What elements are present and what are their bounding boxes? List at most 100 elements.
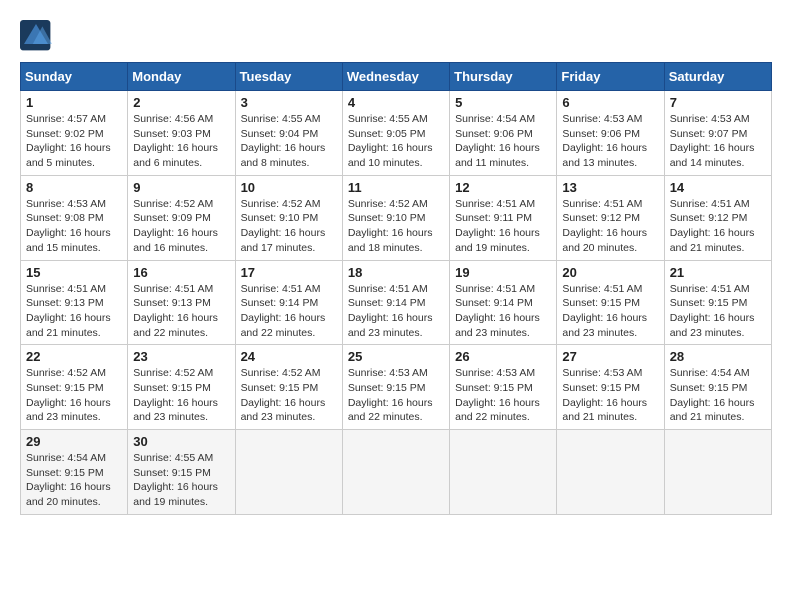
day-info: Sunrise: 4:55 AMSunset: 9:05 PMDaylight:… xyxy=(348,112,444,171)
calendar-cell: 19 Sunrise: 4:51 AMSunset: 9:14 PMDayligh… xyxy=(450,260,557,345)
day-info: Sunrise: 4:54 AMSunset: 9:15 PMDaylight:… xyxy=(670,366,766,425)
day-info: Sunrise: 4:51 AMSunset: 9:14 PMDaylight:… xyxy=(241,282,337,341)
day-number: 30 xyxy=(133,434,229,449)
calendar-cell: 18 Sunrise: 4:51 AMSunset: 9:14 PMDayligh… xyxy=(342,260,449,345)
day-info: Sunrise: 4:52 AMSunset: 9:15 PMDaylight:… xyxy=(133,366,229,425)
day-number: 18 xyxy=(348,265,444,280)
day-info: Sunrise: 4:53 AMSunset: 9:06 PMDaylight:… xyxy=(562,112,658,171)
day-info: Sunrise: 4:52 AMSunset: 9:10 PMDaylight:… xyxy=(348,197,444,256)
day-info: Sunrise: 4:51 AMSunset: 9:15 PMDaylight:… xyxy=(670,282,766,341)
dow-thursday: Thursday xyxy=(450,63,557,91)
day-number: 20 xyxy=(562,265,658,280)
calendar-cell: 2 Sunrise: 4:56 AMSunset: 9:03 PMDaylight… xyxy=(128,91,235,176)
day-number: 7 xyxy=(670,95,766,110)
day-number: 10 xyxy=(241,180,337,195)
day-number: 22 xyxy=(26,349,122,364)
day-number: 11 xyxy=(348,180,444,195)
calendar-cell: 12 Sunrise: 4:51 AMSunset: 9:11 PMDayligh… xyxy=(450,175,557,260)
calendar-cell xyxy=(235,430,342,515)
calendar-cell: 16 Sunrise: 4:51 AMSunset: 9:13 PMDayligh… xyxy=(128,260,235,345)
day-info: Sunrise: 4:52 AMSunset: 9:15 PMDaylight:… xyxy=(241,366,337,425)
calendar-cell xyxy=(342,430,449,515)
day-number: 26 xyxy=(455,349,551,364)
calendar-cell: 10 Sunrise: 4:52 AMSunset: 9:10 PMDayligh… xyxy=(235,175,342,260)
day-info: Sunrise: 4:51 AMSunset: 9:13 PMDaylight:… xyxy=(26,282,122,341)
calendar-cell: 13 Sunrise: 4:51 AMSunset: 9:12 PMDayligh… xyxy=(557,175,664,260)
day-number: 13 xyxy=(562,180,658,195)
day-number: 27 xyxy=(562,349,658,364)
calendar-cell: 24 Sunrise: 4:52 AMSunset: 9:15 PMDayligh… xyxy=(235,345,342,430)
day-info: Sunrise: 4:53 AMSunset: 9:08 PMDaylight:… xyxy=(26,197,122,256)
logo xyxy=(20,20,56,52)
day-number: 2 xyxy=(133,95,229,110)
day-number: 8 xyxy=(26,180,122,195)
day-info: Sunrise: 4:55 AMSunset: 9:15 PMDaylight:… xyxy=(133,451,229,510)
day-number: 12 xyxy=(455,180,551,195)
day-info: Sunrise: 4:57 AMSunset: 9:02 PMDaylight:… xyxy=(26,112,122,171)
calendar-cell: 17 Sunrise: 4:51 AMSunset: 9:14 PMDayligh… xyxy=(235,260,342,345)
day-info: Sunrise: 4:51 AMSunset: 9:15 PMDaylight:… xyxy=(562,282,658,341)
day-number: 28 xyxy=(670,349,766,364)
calendar-cell: 9 Sunrise: 4:52 AMSunset: 9:09 PMDaylight… xyxy=(128,175,235,260)
day-info: Sunrise: 4:55 AMSunset: 9:04 PMDaylight:… xyxy=(241,112,337,171)
day-info: Sunrise: 4:51 AMSunset: 9:11 PMDaylight:… xyxy=(455,197,551,256)
calendar-cell: 20 Sunrise: 4:51 AMSunset: 9:15 PMDayligh… xyxy=(557,260,664,345)
day-number: 4 xyxy=(348,95,444,110)
day-info: Sunrise: 4:56 AMSunset: 9:03 PMDaylight:… xyxy=(133,112,229,171)
dow-friday: Friday xyxy=(557,63,664,91)
dow-sunday: Sunday xyxy=(21,63,128,91)
calendar-week-1: 1Sunrise: 4:57 AMSunset: 9:02 PMDaylight… xyxy=(21,91,772,176)
page-header xyxy=(20,20,772,52)
day-number: 29 xyxy=(26,434,122,449)
day-info: Sunrise: 4:52 AMSunset: 9:10 PMDaylight:… xyxy=(241,197,337,256)
day-number: 5 xyxy=(455,95,551,110)
dow-saturday: Saturday xyxy=(664,63,771,91)
calendar-cell: 30 Sunrise: 4:55 AMSunset: 9:15 PMDayligh… xyxy=(128,430,235,515)
day-number: 21 xyxy=(670,265,766,280)
day-info: Sunrise: 4:51 AMSunset: 9:14 PMDaylight:… xyxy=(455,282,551,341)
calendar-cell: 14Sunrise: 4:51 AMSunset: 9:12 PMDayligh… xyxy=(664,175,771,260)
calendar-cell: 28 Sunrise: 4:54 AMSunset: 9:15 PMDayligh… xyxy=(664,345,771,430)
day-number: 9 xyxy=(133,180,229,195)
calendar-cell: 6Sunrise: 4:53 AMSunset: 9:06 PMDaylight… xyxy=(557,91,664,176)
calendar-cell xyxy=(557,430,664,515)
calendar-cell: 3Sunrise: 4:55 AMSunset: 9:04 PMDaylight… xyxy=(235,91,342,176)
day-info: Sunrise: 4:54 AMSunset: 9:06 PMDaylight:… xyxy=(455,112,551,171)
day-info: Sunrise: 4:53 AMSunset: 9:15 PMDaylight:… xyxy=(455,366,551,425)
calendar-week-3: 15 Sunrise: 4:51 AMSunset: 9:13 PMDayligh… xyxy=(21,260,772,345)
calendar-week-2: 8 Sunrise: 4:53 AMSunset: 9:08 PMDaylight… xyxy=(21,175,772,260)
day-number: 17 xyxy=(241,265,337,280)
day-number: 16 xyxy=(133,265,229,280)
day-number: 14 xyxy=(670,180,766,195)
calendar-cell: 29 Sunrise: 4:54 AMSunset: 9:15 PMDayligh… xyxy=(21,430,128,515)
day-info: Sunrise: 4:52 AMSunset: 9:09 PMDaylight:… xyxy=(133,197,229,256)
day-number: 15 xyxy=(26,265,122,280)
calendar-cell: 1Sunrise: 4:57 AMSunset: 9:02 PMDaylight… xyxy=(21,91,128,176)
day-info: Sunrise: 4:53 AMSunset: 9:15 PMDaylight:… xyxy=(562,366,658,425)
day-number: 25 xyxy=(348,349,444,364)
day-info: Sunrise: 4:54 AMSunset: 9:15 PMDaylight:… xyxy=(26,451,122,510)
calendar-cell: 7 Sunrise: 4:53 AMSunset: 9:07 PMDaylight… xyxy=(664,91,771,176)
calendar-cell: 11 Sunrise: 4:52 AMSunset: 9:10 PMDayligh… xyxy=(342,175,449,260)
calendar-cell: 23 Sunrise: 4:52 AMSunset: 9:15 PMDayligh… xyxy=(128,345,235,430)
day-info: Sunrise: 4:53 AMSunset: 9:07 PMDaylight:… xyxy=(670,112,766,171)
days-of-week-row: SundayMondayTuesdayWednesdayThursdayFrid… xyxy=(21,63,772,91)
calendar-week-5: 29 Sunrise: 4:54 AMSunset: 9:15 PMDayligh… xyxy=(21,430,772,515)
day-info: Sunrise: 4:51 AMSunset: 9:12 PMDaylight:… xyxy=(562,197,658,256)
logo-icon xyxy=(20,20,52,52)
day-info: Sunrise: 4:51 AMSunset: 9:13 PMDaylight:… xyxy=(133,282,229,341)
calendar-cell: 5 Sunrise: 4:54 AMSunset: 9:06 PMDaylight… xyxy=(450,91,557,176)
calendar-cell: 8 Sunrise: 4:53 AMSunset: 9:08 PMDaylight… xyxy=(21,175,128,260)
calendar-cell: 22 Sunrise: 4:52 AMSunset: 9:15 PMDayligh… xyxy=(21,345,128,430)
calendar-cell xyxy=(664,430,771,515)
day-info: Sunrise: 4:53 AMSunset: 9:15 PMDaylight:… xyxy=(348,366,444,425)
day-number: 24 xyxy=(241,349,337,364)
day-info: Sunrise: 4:52 AMSunset: 9:15 PMDaylight:… xyxy=(26,366,122,425)
dow-monday: Monday xyxy=(128,63,235,91)
day-number: 19 xyxy=(455,265,551,280)
calendar: SundayMondayTuesdayWednesdayThursdayFrid… xyxy=(20,62,772,515)
day-info: Sunrise: 4:51 AMSunset: 9:14 PMDaylight:… xyxy=(348,282,444,341)
calendar-cell: 26 Sunrise: 4:53 AMSunset: 9:15 PMDayligh… xyxy=(450,345,557,430)
day-number: 23 xyxy=(133,349,229,364)
calendar-cell: 15 Sunrise: 4:51 AMSunset: 9:13 PMDayligh… xyxy=(21,260,128,345)
